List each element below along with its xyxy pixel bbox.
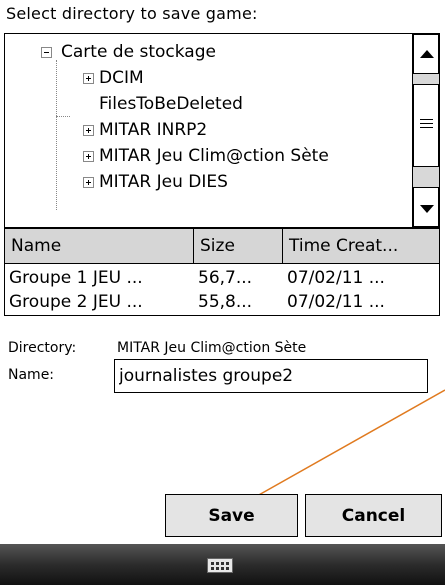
grip-icon <box>420 119 433 131</box>
tree-node-dcim[interactable]: DCIM <box>83 65 144 91</box>
tree-connector-line <box>56 116 70 117</box>
tree-content: Carte de stockage DCIM FilesToBeDeleted … <box>5 34 412 227</box>
directory-value: MITAR Jeu Clim@ction Sète <box>117 340 307 356</box>
tree-node-mitar-inrp2[interactable]: MITAR INRP2 <box>83 117 207 143</box>
name-input[interactable] <box>114 359 428 393</box>
expand-icon[interactable] <box>83 151 94 162</box>
list-header: Name Size Time Creat... <box>5 228 439 264</box>
tree-node-label: Carte de stockage <box>61 42 216 62</box>
tree-node-filestobedeleted[interactable]: FilesToBeDeleted <box>99 91 243 117</box>
name-label: Name: <box>8 367 55 383</box>
collapse-icon[interactable] <box>41 47 52 58</box>
cell-size: 56,7... <box>198 268 253 288</box>
scroll-up-button[interactable] <box>413 34 439 74</box>
tree-node-root[interactable]: Carte de stockage <box>41 39 216 65</box>
save-button[interactable]: Save <box>165 494 298 537</box>
cancel-button[interactable]: Cancel <box>305 494 442 537</box>
file-list[interactable]: Name Size Time Creat... Groupe 1 JEU ...… <box>4 228 440 316</box>
cell-size: 55,8... <box>198 292 253 312</box>
expand-icon[interactable] <box>83 125 94 136</box>
table-row[interactable]: Groupe 1 JEU ... 56,7... 07/02/11 ... <box>5 266 439 290</box>
table-row[interactable]: Groupe 2 JEU ... 55,8... 07/02/11 ... <box>5 290 439 314</box>
cell-time: 07/02/11 ... <box>287 292 385 312</box>
column-header-name[interactable]: Name <box>5 229 194 263</box>
arrow-down-icon <box>420 205 434 213</box>
expand-icon[interactable] <box>83 177 94 188</box>
cell-time: 07/02/11 ... <box>287 268 385 288</box>
tree-node-label: MITAR INRP2 <box>99 120 208 140</box>
column-header-time-created[interactable]: Time Creat... <box>283 229 439 263</box>
cell-name: Groupe 2 JEU ... <box>9 292 143 312</box>
arrow-up-icon <box>420 50 434 58</box>
save-prompt: Select directory to save game: <box>6 4 258 23</box>
scroll-thumb[interactable] <box>413 84 439 167</box>
scroll-down-button[interactable] <box>413 187 439 227</box>
tree-scrollbar[interactable] <box>412 34 439 227</box>
tree-node-mitar-jeu-dies[interactable]: MITAR Jeu DIES <box>83 169 228 195</box>
taskbar <box>0 544 445 585</box>
tree-node-label: MITAR Jeu Clim@ction Sète <box>99 146 329 166</box>
tree-node-mitar-jeu-climaction[interactable]: MITAR Jeu Clim@ction Sète <box>83 143 329 169</box>
expand-icon[interactable] <box>83 73 94 84</box>
directory-tree[interactable]: Carte de stockage DCIM FilesToBeDeleted … <box>4 33 440 228</box>
directory-label: Directory: <box>8 340 77 356</box>
tree-connector-line <box>56 60 57 210</box>
column-header-size[interactable]: Size <box>194 229 283 263</box>
tree-node-label: MITAR Jeu DIES <box>99 172 228 192</box>
keyboard-icon[interactable] <box>207 558 233 573</box>
cell-name: Groupe 1 JEU ... <box>9 268 143 288</box>
tree-node-label: DCIM <box>99 68 144 88</box>
tree-node-label: FilesToBeDeleted <box>99 94 243 114</box>
